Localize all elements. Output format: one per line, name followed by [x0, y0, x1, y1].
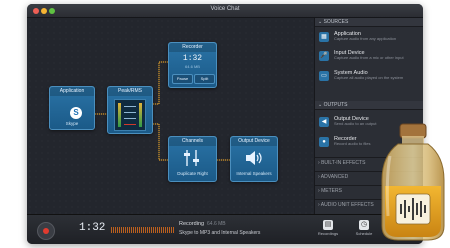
title-bar: Voice Chat	[27, 4, 423, 18]
recordings-label: Recordings	[317, 231, 339, 236]
application-node[interactable]: Application S Skype	[49, 86, 95, 130]
application-node-title: Application	[50, 87, 94, 96]
recorder-node[interactable]: Recorder 1:32 64.6 MB Pause Split	[168, 42, 217, 88]
recording-waveform	[111, 227, 175, 233]
meter-bar-left	[118, 103, 121, 127]
sliders-icon	[184, 150, 199, 166]
source-item-system-audio[interactable]: ▭ System Audio Capture all audio played …	[315, 68, 423, 86]
status-bar: 1:32 Recording 64.6 MB Skype to MP3 and …	[27, 214, 423, 244]
recording-status: Recording	[179, 221, 205, 227]
recorder-node-title: Recorder	[169, 43, 216, 52]
peak-rms-node-title: Peak/RMS	[108, 87, 152, 96]
window-title: Voice Chat	[210, 6, 240, 12]
meter-bar-right	[139, 103, 142, 127]
microphone-icon: 🎤	[319, 51, 329, 61]
record-button[interactable]	[37, 222, 55, 240]
output-device-node-title: Output Device	[231, 137, 277, 146]
pause-button[interactable]: Pause	[172, 74, 193, 84]
sources-header-label: SOURCES	[323, 19, 349, 25]
recording-size: 64.6 MB	[207, 221, 226, 227]
skype-icon: S	[70, 107, 82, 119]
outputs-header[interactable]: ⌄ OUTPUTS	[315, 101, 423, 110]
recorder-time: 1:32	[182, 54, 203, 63]
section-label: METERS	[321, 188, 342, 194]
output-device-node-label: Internal Speakers	[236, 171, 272, 176]
recordings-icon: ▤	[323, 220, 333, 230]
section-label: BUILT-IN EFFECTS	[321, 160, 366, 166]
channels-node-label: Duplicate Right	[177, 171, 208, 176]
source-item-desc: Capture audio from a mic or other input	[334, 55, 404, 60]
meter-scale-mark	[124, 118, 136, 119]
schedule-label: Schedule	[355, 231, 373, 236]
section-label: ADVANCED	[320, 174, 349, 180]
outputs-header-label: OUTPUTS	[323, 102, 348, 108]
peak-rms-node[interactable]: Peak/RMS	[107, 86, 153, 134]
source-item-application[interactable]: ▦ Application Capture audio from any app…	[315, 29, 423, 47]
schedule-button[interactable]: ◷ Schedule	[353, 219, 375, 241]
split-button[interactable]: Split	[194, 74, 215, 84]
recording-description: Skype to MP3 and Internal Speakers	[179, 230, 261, 236]
channels-node[interactable]: Channels Duplicate Right	[168, 136, 217, 182]
connection-peak-recorder	[151, 61, 168, 105]
speaker-icon	[246, 151, 262, 165]
meter-peak-mark	[124, 124, 136, 125]
app-window: Voice Chat Application S Skype Peak/RMS	[27, 4, 423, 244]
recorder-size: 64.6 MB	[185, 64, 200, 69]
recorder-icon: ●	[319, 137, 329, 147]
channels-node-title: Channels	[169, 137, 216, 146]
clock-icon: ◷	[359, 220, 369, 230]
source-item-desc: Capture audio from any application	[334, 36, 397, 41]
app-jar-icon	[381, 123, 445, 241]
sources-header[interactable]: ⌄ SOURCES	[315, 18, 423, 27]
application-icon: ▦	[319, 32, 329, 42]
recordings-button[interactable]: ▤ Recordings	[317, 219, 339, 241]
section-label: AUDIO UNIT EFFECTS	[320, 202, 374, 208]
connection-peak-channels	[151, 123, 168, 161]
level-meter	[114, 99, 146, 131]
source-item-input-device[interactable]: 🎤 Input Device Capture audio from a mic …	[315, 48, 423, 66]
speaker-icon: ◀	[319, 117, 329, 127]
pipeline-canvas[interactable]: Application S Skype Peak/RMS Recorder 1:…	[27, 18, 314, 214]
application-node-label: Skype	[65, 121, 79, 126]
monitor-icon: ▭	[319, 71, 329, 81]
output-device-node[interactable]: Output Device Internal Speakers	[230, 136, 278, 182]
recording-timer: 1:32	[79, 222, 106, 234]
source-item-desc: Capture all audio played on the system	[334, 75, 404, 80]
meter-scale-mark	[124, 106, 136, 107]
meter-scale-mark	[124, 112, 136, 113]
record-icon	[43, 228, 49, 234]
